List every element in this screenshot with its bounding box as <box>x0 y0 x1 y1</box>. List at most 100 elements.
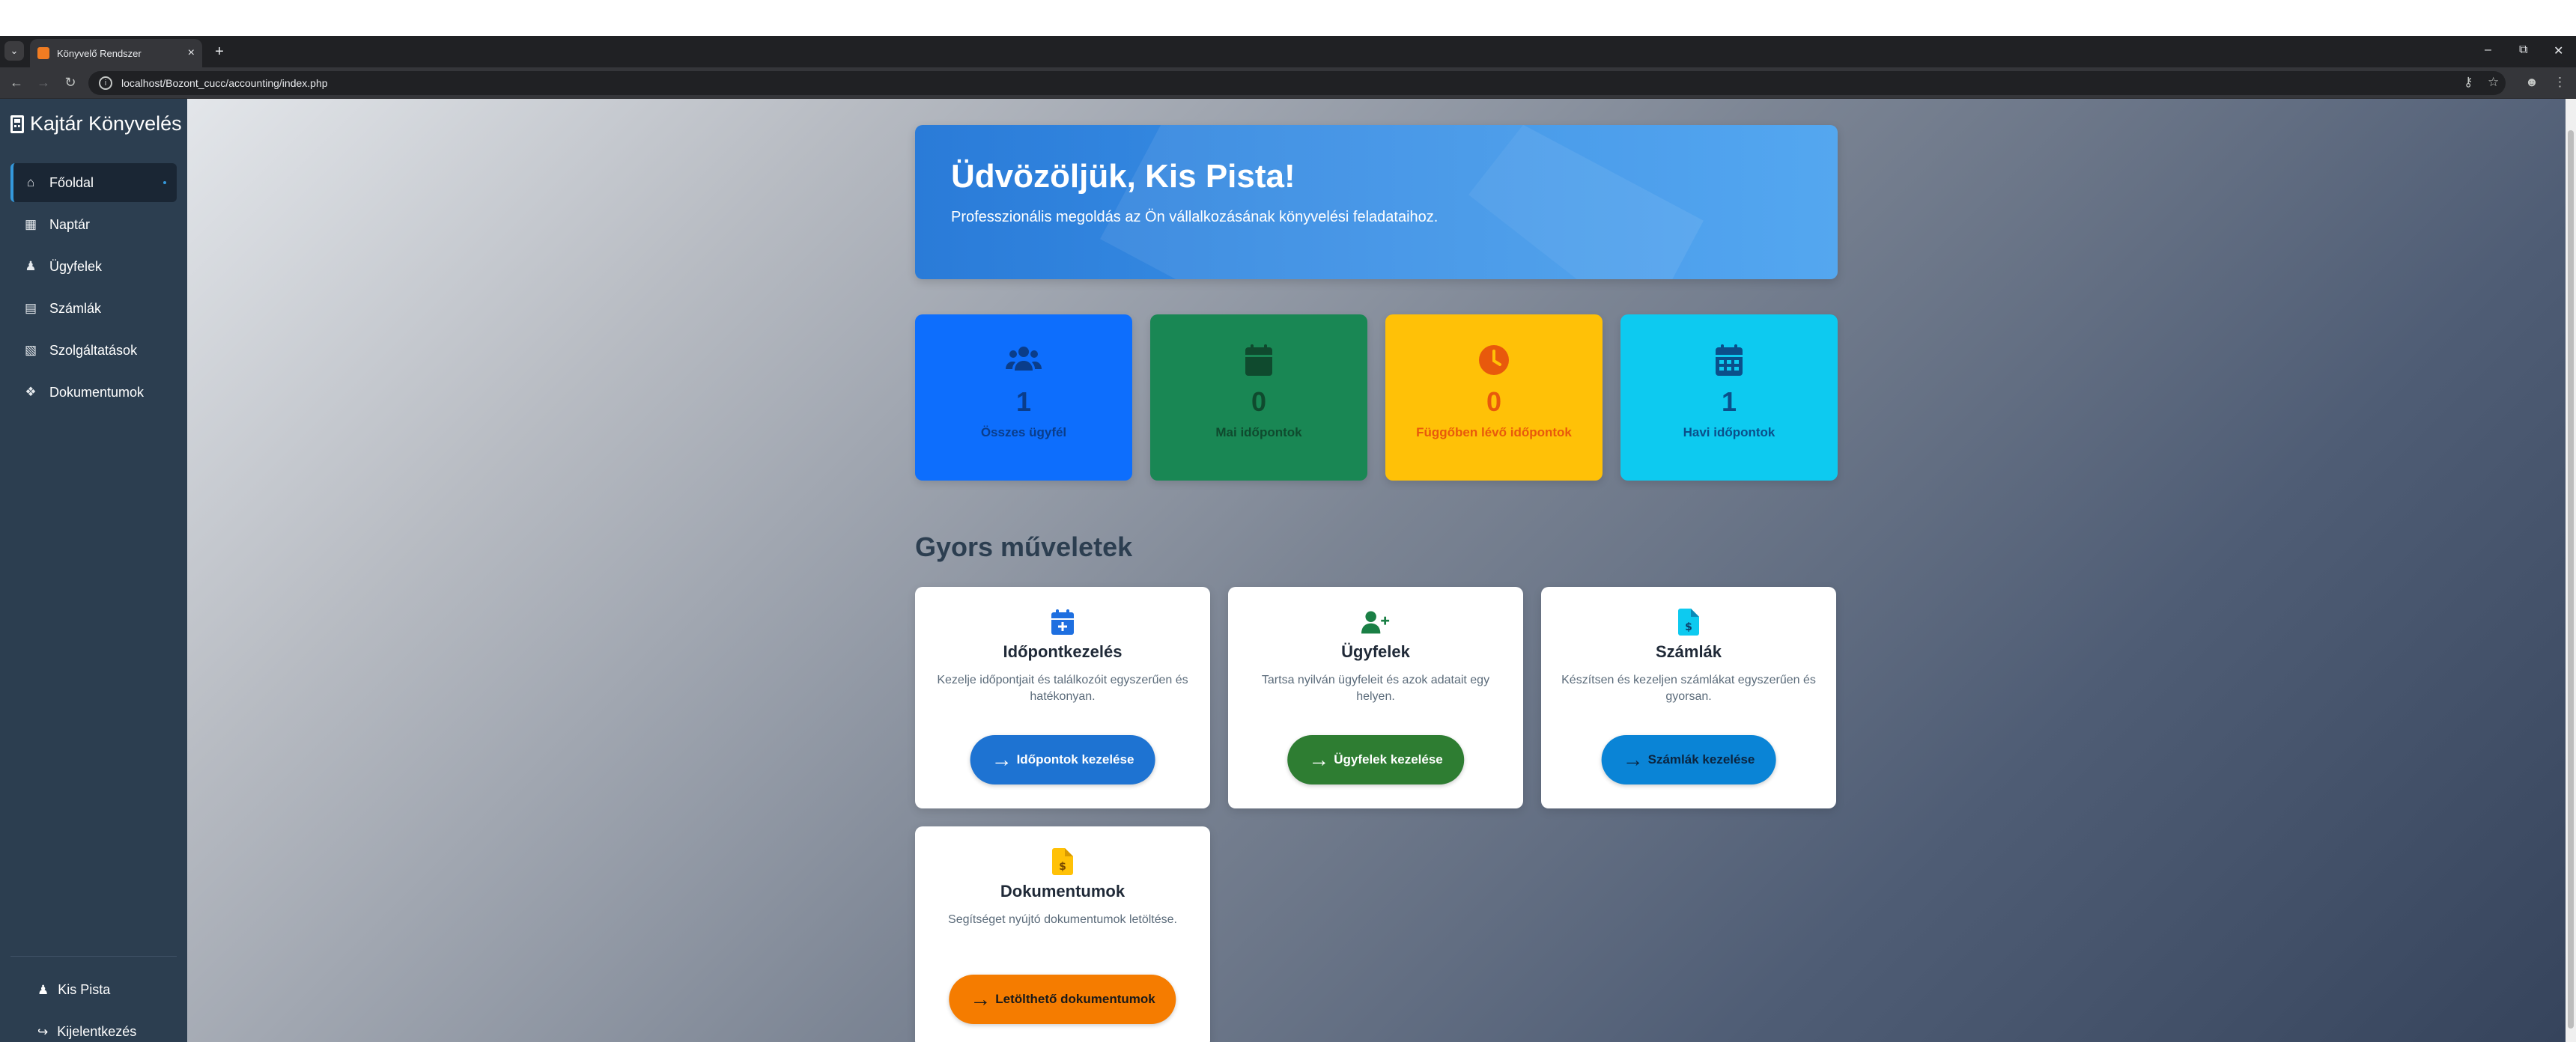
sidebar-user[interactable]: ♟ Kis Pista <box>37 982 110 998</box>
sidebar-item-label: Szolgáltatások <box>49 342 138 358</box>
documents-icon: ❖ <box>25 385 37 399</box>
sidebar: Kajtár Könyvelés ⌂ Főoldal ▦ Naptár ♟ Üg… <box>0 99 187 1042</box>
favicon-icon <box>37 47 49 59</box>
stat-card-monthly-appointments[interactable]: 1 Havi időpontok <box>1620 314 1838 481</box>
menu-kebab-icon[interactable]: ⋮ <box>2554 75 2566 90</box>
stat-label: Összes ügyfél <box>980 425 1067 439</box>
download-documents-button[interactable]: → Letölthető dokumentumok <box>949 975 1176 1024</box>
calculator-icon <box>10 115 24 133</box>
scrollbar-thumb[interactable] <box>2568 130 2574 1029</box>
manage-invoices-button[interactable]: → Számlák kezelése <box>1601 735 1776 784</box>
button-label: Időpontok kezelése <box>1016 752 1134 767</box>
stat-value: 1 <box>1015 386 1032 417</box>
address-bar[interactable]: i localhost/Bozont_cucc/accounting/index… <box>88 71 2506 95</box>
arrow-right-icon: → <box>1622 748 1644 771</box>
browser-tab[interactable]: Könyvelő Rendszer × <box>30 39 202 67</box>
users-icon <box>1005 343 1042 377</box>
sidebar-item-label: Naptár <box>49 216 91 232</box>
bookmark-star-icon[interactable]: ☆ <box>2488 75 2499 90</box>
card-title: Időpontkezelés <box>1003 642 1123 661</box>
arrow-right-icon: → <box>1308 748 1330 771</box>
card-description: Készítsen és kezeljen számlákat egyszerű… <box>1561 674 1816 703</box>
active-indicator <box>163 181 166 184</box>
quick-actions-title: Gyors műveletek <box>915 531 1133 562</box>
brand-name: Kajtár Könyvelés <box>30 112 182 135</box>
site-info-icon[interactable]: i <box>99 76 112 90</box>
card-description: Kezelje időpontjait és találkozóit egysz… <box>937 674 1188 703</box>
logout-icon: ↪ <box>37 1024 49 1039</box>
tab-title: Könyvelő Rendszer <box>57 47 142 59</box>
sidebar-divider <box>10 956 177 957</box>
sidebar-item-label: Dokumentumok <box>49 384 145 400</box>
top-margin <box>0 0 2576 36</box>
password-key-icon[interactable]: ⚷ <box>2464 75 2473 90</box>
sidebar-item-home[interactable]: ⌂ Főoldal <box>10 163 177 202</box>
invoice-icon: ▤ <box>24 301 37 315</box>
calendar-icon <box>1240 343 1278 377</box>
browser-toolbar: ← → ↻ i localhost/Bozont_cucc/accounting… <box>0 67 2576 99</box>
forward-icon[interactable]: → <box>34 75 52 91</box>
svg-text:$: $ <box>1685 621 1692 633</box>
stat-value: 0 <box>1251 386 1267 417</box>
welcome-banner: Üdvözöljük, Kis Pista! Professzionális m… <box>915 125 1838 279</box>
stat-value: 1 <box>1721 386 1737 417</box>
stat-card-today-appointments[interactable]: 0 Mai időpontok <box>1150 314 1367 481</box>
browser-tab-bar: ⌄ Könyvelő Rendszer × + – ⧉ ✕ <box>0 36 2576 67</box>
sidebar-item-label: Számlák <box>49 300 102 316</box>
calendar-icon <box>1710 343 1748 377</box>
stat-label: Függőben lévő időpontok <box>1416 425 1572 439</box>
logout-link[interactable]: ↪ Kijelentkezés <box>37 1024 136 1040</box>
clock-icon <box>1475 343 1513 377</box>
restore-icon[interactable]: ⧉ <box>2519 43 2527 57</box>
quick-action-documents: $ Dokumentumok Segítséget nyújtó dokumen… <box>915 826 1210 1042</box>
manage-appointments-button[interactable]: → Időpontok kezelése <box>970 735 1155 784</box>
sidebar-item-label: Főoldal <box>49 174 94 190</box>
card-title: Számlák <box>1655 642 1722 661</box>
sidebar-item-label: Ügyfelek <box>49 258 103 274</box>
welcome-subtitle: Professzionális megoldás az Ön vállalkoz… <box>951 209 1439 225</box>
card-title: Dokumentumok <box>1000 882 1126 901</box>
card-description: Segítséget nyújtó dokumentumok letöltése… <box>948 913 1177 926</box>
quick-action-appointments: Időpontkezelés Kezelje időpontjait és ta… <box>915 587 1210 808</box>
reload-icon[interactable]: ↻ <box>61 75 79 91</box>
stat-label: Havi időpontok <box>1683 425 1775 439</box>
tab-list-dropdown[interactable]: ⌄ <box>4 41 24 61</box>
main-content: Üdvözöljük, Kis Pista! Professzionális m… <box>187 99 2566 1042</box>
services-icon: ▧ <box>24 343 37 357</box>
sidebar-item-documents[interactable]: ❖ Dokumentumok <box>10 373 177 412</box>
sidebar-menu: ⌂ Főoldal ▦ Naptár ♟ Ügyfelek ▤ Számlák … <box>10 163 177 415</box>
profile-icon[interactable]: ☻ <box>2525 75 2539 90</box>
sidebar-item-invoices[interactable]: ▤ Számlák <box>10 289 177 328</box>
stat-card-total-clients[interactable]: 1 Összes ügyfél <box>915 314 1132 481</box>
user-icon: ♟ <box>37 982 49 997</box>
calendar-icon: ▦ <box>24 217 37 231</box>
svg-text:$: $ <box>1059 861 1066 873</box>
manage-clients-button[interactable]: → Ügyfelek kezelése <box>1287 735 1464 784</box>
welcome-title: Üdvözöljük, Kis Pista! <box>951 158 1295 195</box>
stat-label: Mai időpontok <box>1215 425 1302 439</box>
card-title: Ügyfelek <box>1341 642 1410 661</box>
logout-label: Kijelentkezés <box>57 1024 137 1039</box>
url-text: localhost/Bozont_cucc/accounting/index.p… <box>121 77 328 89</box>
tab-close-icon[interactable]: × <box>188 46 195 60</box>
sidebar-item-clients[interactable]: ♟ Ügyfelek <box>10 247 177 286</box>
card-description: Tartsa nyilván ügyfeleit és azok adatait… <box>1261 674 1490 703</box>
document-dollar-icon: $ <box>1048 847 1077 876</box>
new-tab-button[interactable]: + <box>210 42 229 61</box>
stat-card-pending-appointments[interactable]: 0 Függőben lévő időpontok <box>1385 314 1603 481</box>
minimize-icon[interactable]: – <box>2485 43 2491 57</box>
sidebar-item-calendar[interactable]: ▦ Naptár <box>10 205 177 244</box>
button-label: Letölthető dokumentumok <box>995 992 1155 1006</box>
back-icon[interactable]: ← <box>7 75 25 91</box>
home-icon: ⌂ <box>26 175 35 189</box>
button-label: Számlák kezelése <box>1647 752 1755 767</box>
invoice-dollar-icon: $ <box>1674 608 1703 636</box>
stat-value: 0 <box>1486 386 1502 417</box>
close-window-icon[interactable]: ✕ <box>2554 43 2563 58</box>
user-plus-icon <box>1361 608 1390 636</box>
quick-action-clients: Ügyfelek Tartsa nyilván ügyfeleit és azo… <box>1228 587 1523 808</box>
sidebar-item-services[interactable]: ▧ Szolgáltatások <box>10 331 177 370</box>
page-scrollbar[interactable] <box>2566 99 2576 1042</box>
brand[interactable]: Kajtár Könyvelés <box>10 112 182 135</box>
button-label: Ügyfelek kezelése <box>1334 752 1443 767</box>
